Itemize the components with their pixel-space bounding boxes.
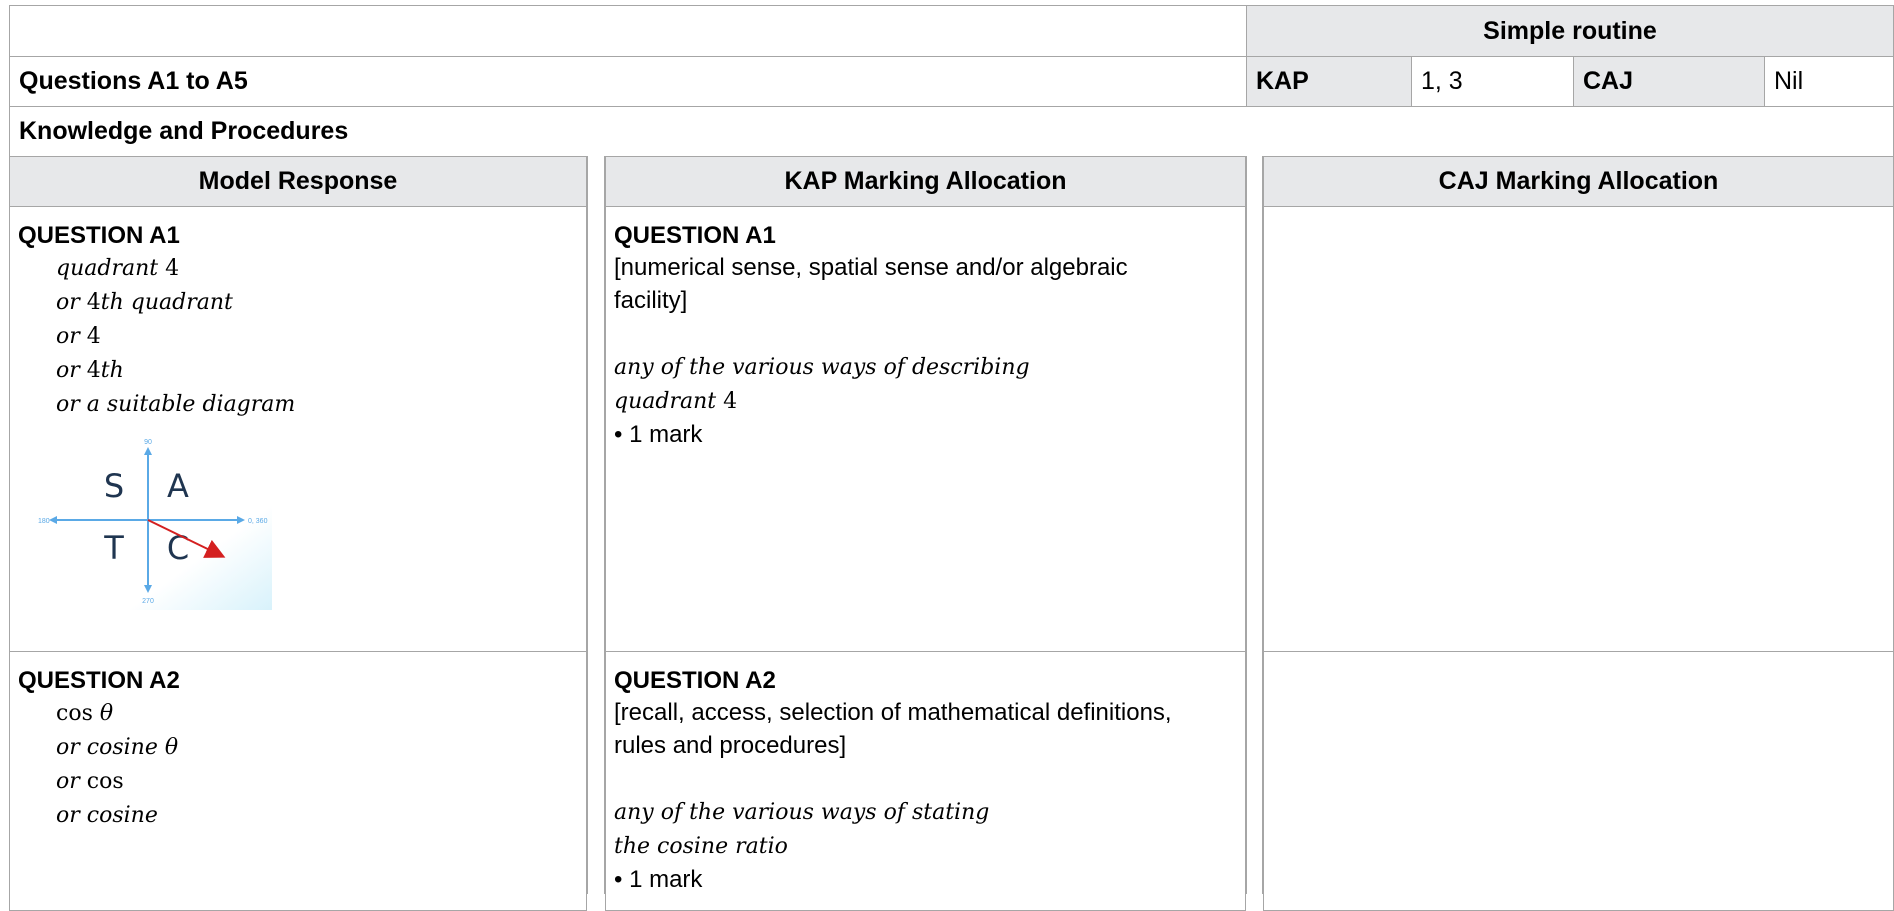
quadrant-letter-t: T bbox=[103, 529, 124, 567]
axis-label-bottom: 270 bbox=[142, 598, 154, 605]
a1-model-cell: QUESTION A1 quadrant 4 or 4th quadrant o… bbox=[9, 206, 587, 652]
axis-label-top: 90 bbox=[144, 439, 152, 446]
cast-diagram: 90 180 0, 360 270 S A T C bbox=[32, 435, 272, 610]
kap-allocation-header: KAP Marking Allocation bbox=[605, 156, 1246, 207]
a1-caj-cell bbox=[1263, 206, 1894, 652]
axis-label-left: 180 bbox=[38, 518, 50, 525]
a2-kap-mark: • 1 mark bbox=[614, 866, 703, 893]
a1-kap-description: [numerical sense, spatial sense and/or a… bbox=[614, 254, 1128, 314]
kap-value: 1, 3 bbox=[1411, 56, 1574, 107]
a1-model-line: or 4th bbox=[56, 358, 124, 383]
quadrant-letter-a: A bbox=[167, 467, 189, 505]
model-response-header: Model Response bbox=[9, 156, 587, 207]
a1-model-line: or 4th quadrant bbox=[56, 290, 233, 315]
caj-label: CAJ bbox=[1573, 56, 1765, 107]
a1-model-line: quadrant 4 bbox=[56, 256, 180, 281]
a2-model-cell: QUESTION A2 cos θ or cosine θ or cos or … bbox=[9, 651, 587, 911]
a2-model-line: or cos bbox=[56, 769, 124, 794]
a2-model-line: cos θ bbox=[56, 701, 114, 726]
a1-model-title: QUESTION A1 bbox=[18, 222, 180, 249]
a2-caj-cell bbox=[1263, 651, 1894, 911]
column-gap bbox=[1246, 156, 1263, 894]
top-left-blank-cell bbox=[9, 5, 1247, 57]
axis-label-right: 0, 360 bbox=[248, 518, 268, 525]
a1-kap-mark: • 1 mark bbox=[614, 421, 703, 448]
a2-kap-cell: QUESTION A2 [recall, access, selection o… bbox=[605, 651, 1246, 911]
a2-model-line: or cosine θ bbox=[56, 735, 179, 760]
a2-kap-ways-line: any of the various ways of stating bbox=[614, 800, 990, 825]
a2-model-title: QUESTION A2 bbox=[18, 667, 180, 694]
a1-model-line: or 4 bbox=[56, 324, 101, 349]
a1-kap-ways-line: any of the various ways of describing bbox=[614, 355, 1030, 380]
routine-header: Simple routine bbox=[1246, 5, 1894, 57]
a2-model-line: or cosine bbox=[56, 803, 158, 828]
a2-kap-description: [recall, access, selection of mathematic… bbox=[614, 699, 1172, 759]
caj-value: Nil bbox=[1764, 56, 1894, 107]
caj-allocation-header: CAJ Marking Allocation bbox=[1263, 156, 1894, 207]
bullet-icon: • bbox=[614, 421, 623, 448]
a1-kap-ways-line: quadrant 4 bbox=[614, 389, 738, 414]
a1-kap-cell: QUESTION A1 [numerical sense, spatial se… bbox=[605, 206, 1246, 652]
a2-kap-title: QUESTION A2 bbox=[614, 667, 776, 694]
column-gap bbox=[587, 156, 605, 894]
a1-kap-title: QUESTION A1 bbox=[614, 222, 776, 249]
section-title: Knowledge and Procedures bbox=[9, 106, 1894, 157]
quadrant-letter-s: S bbox=[104, 467, 124, 505]
questions-range: Questions A1 to A5 bbox=[9, 56, 1247, 107]
a2-kap-ways-line: the cosine ratio bbox=[614, 834, 788, 859]
a1-model-line: or a suitable diagram bbox=[56, 392, 296, 417]
bullet-icon: • bbox=[614, 866, 623, 893]
kap-label: KAP bbox=[1246, 56, 1412, 107]
